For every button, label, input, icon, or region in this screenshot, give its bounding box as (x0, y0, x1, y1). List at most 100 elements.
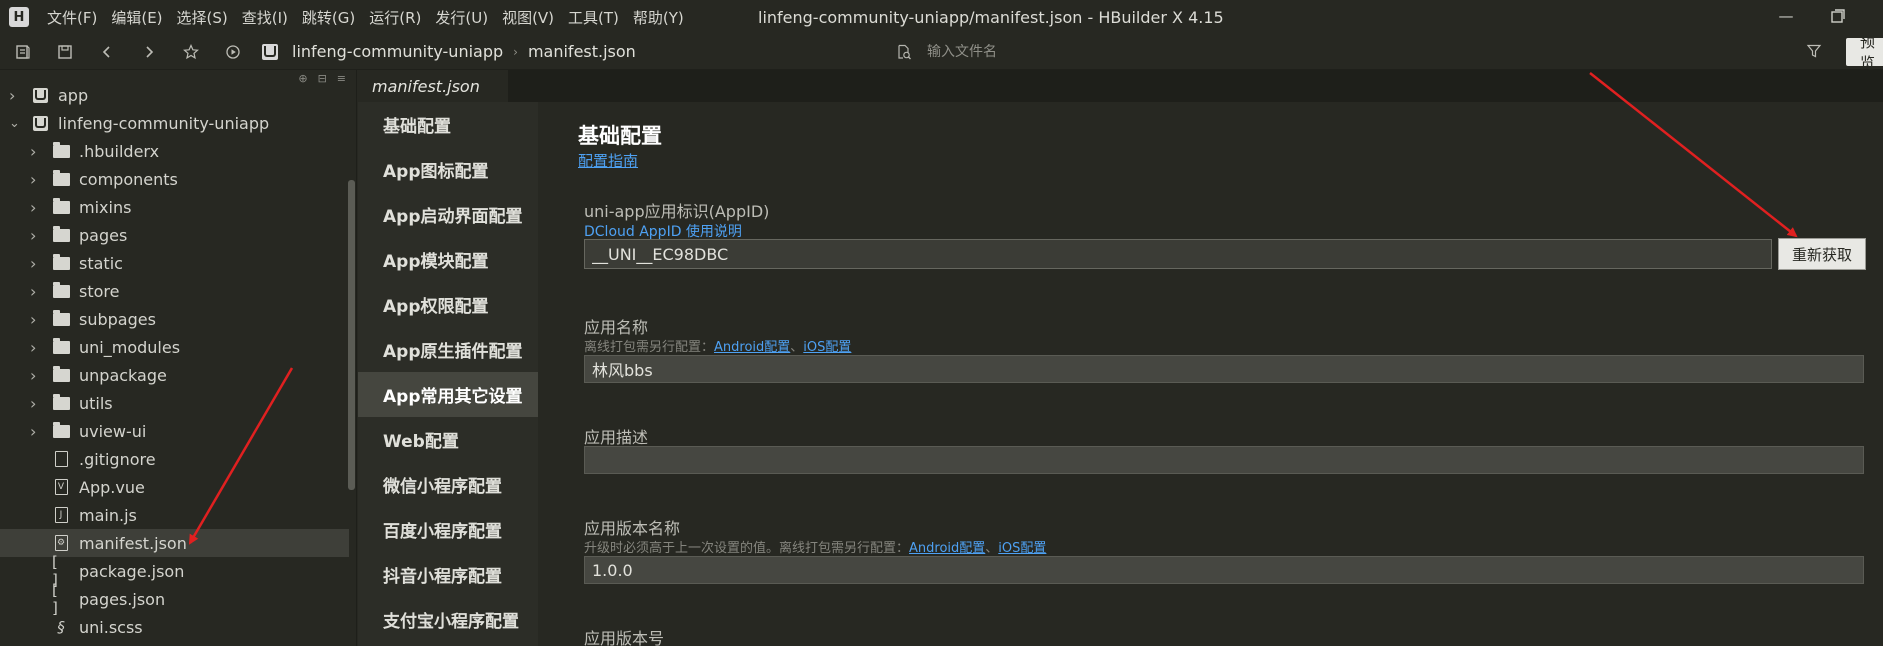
app-desc-input[interactable] (584, 446, 1864, 474)
tree-item-app-vue[interactable]: V App.vue (0, 473, 349, 501)
tree-item-label: unpackage (79, 365, 167, 385)
file-search-input[interactable] (927, 44, 1747, 60)
tree-item-linfeng-community-uniapp[interactable]: ⌄ linfeng-community-uniapp (0, 109, 349, 137)
tree-item-utils[interactable]: › utils (0, 389, 349, 417)
tree-item-uni-scss[interactable]: § uni.scss (0, 613, 349, 641)
settings-nav-item-11[interactable]: 支付宝小程序配置 (358, 597, 538, 642)
breadcrumb-project[interactable]: linfeng-community-uniapp (292, 42, 503, 61)
tree-item-unpackage[interactable]: › unpackage (0, 361, 349, 389)
breadcrumb-file[interactable]: manifest.json (528, 42, 636, 61)
tree-item-label: main.js (79, 505, 137, 525)
chevron-right-icon: › (30, 393, 37, 413)
vue-file-icon-glyph: V (54, 479, 68, 495)
config-guide-link[interactable]: 配置指南 (578, 150, 638, 171)
app-name-hint-text: 离线打包需另行配置： (584, 340, 715, 355)
scss-file-icon: § (52, 618, 70, 636)
folder-icon (52, 141, 70, 159)
tree-item-hbuilderx[interactable]: › .hbuilderx (0, 137, 349, 165)
android-config-link[interactable]: Android配置 (714, 340, 790, 355)
tree-item-pages[interactable]: › pages (0, 221, 349, 249)
settings-nav-item-1[interactable]: App图标配置 (358, 147, 538, 192)
settings-nav-item-6[interactable]: App常用其它设置 (358, 372, 538, 417)
save-icon[interactable] (54, 41, 76, 63)
settings-nav-item-5[interactable]: App原生插件配置 (358, 327, 538, 372)
settings-nav-item-0[interactable]: 基础配置 (358, 102, 538, 147)
settings-nav-item-4[interactable]: App权限配置 (358, 282, 538, 327)
preview-button[interactable]: 预览 (1846, 33, 1883, 72)
settings-nav-item-10[interactable]: 抖音小程序配置 (358, 552, 538, 597)
menu-item-1[interactable]: 编辑(E) (111, 7, 176, 28)
ios-config-link[interactable]: iOS配置 (998, 541, 1046, 556)
tree-item-store[interactable]: › store (0, 277, 349, 305)
folder-icon (52, 393, 70, 411)
settings-nav-item-9[interactable]: 百度小程序配置 (358, 507, 538, 552)
settings-nav-item-8[interactable]: 微信小程序配置 (358, 462, 538, 507)
tab-manifest-json[interactable]: manifest.json (358, 70, 508, 102)
tree-item-pages-json[interactable]: [ ] pages.json (0, 581, 349, 617)
folder-icon-glyph (52, 309, 70, 326)
tree-item-main-js[interactable]: Jmain.js (0, 501, 349, 529)
section-title: 基础配置 (578, 124, 662, 148)
menu-item-3[interactable]: 查找(I) (242, 7, 302, 28)
tree-item-gitignore[interactable]: .gitignore (0, 445, 349, 473)
ios-config-link[interactable]: iOS配置 (803, 340, 851, 355)
maximize-icon[interactable] (1827, 6, 1849, 26)
folder-icon-glyph (52, 365, 70, 382)
new-file-icon[interactable] (12, 41, 34, 63)
settings-nav-item-2[interactable]: App启动界面配置 (358, 192, 538, 237)
explorer-scrollbar[interactable] (348, 180, 355, 490)
version-name-label: 应用版本名称 (584, 519, 681, 538)
menu-item-6[interactable]: 发行(U) (435, 7, 502, 28)
manifest-settings-nav: 基础配置 App图标配置 App启动界面配置 App模块配置 App权限配置 App原生插… (358, 102, 538, 646)
star-icon[interactable] (180, 41, 202, 63)
tree-item-uni-modules[interactable]: › uni_modules (0, 333, 349, 361)
link-separator: 、 (985, 541, 999, 556)
link-separator: 、 (790, 340, 804, 355)
run-icon[interactable] (222, 41, 244, 63)
tree-item-app[interactable]: › app (0, 81, 349, 109)
menu-item-2[interactable]: 选择(S) (177, 7, 242, 28)
folder-icon-glyph (52, 421, 70, 438)
back-icon[interactable] (96, 41, 118, 63)
tree-item-static[interactable]: › static (0, 249, 349, 277)
folder-icon-glyph (52, 141, 70, 158)
chevron-right-icon: › (30, 365, 37, 385)
android-config-link[interactable]: Android配置 (909, 541, 985, 556)
breadcrumb-separator-icon: › (513, 44, 518, 59)
folder-icon (52, 225, 70, 243)
folder-icon (52, 365, 70, 383)
filter-icon[interactable] (1806, 43, 1822, 63)
manifest-file-icon-glyph: ⚙ (54, 535, 68, 551)
folder-icon (52, 169, 70, 187)
appid-doc-link[interactable]: DCloud AppID 使用说明 (584, 221, 742, 241)
json-file-icon: [ ] (52, 581, 70, 617)
minimize-icon[interactable]: — (1775, 6, 1797, 26)
tree-item-label: uview-ui (79, 421, 147, 441)
tree-item-label: components (79, 169, 178, 189)
appid-input[interactable] (584, 239, 1772, 269)
forward-icon[interactable] (138, 41, 160, 63)
menu-item-4[interactable]: 跳转(G) (302, 7, 369, 28)
app-name-input[interactable] (584, 355, 1864, 383)
refetch-appid-label: 重新获取 (1791, 245, 1852, 264)
file-search (895, 38, 1820, 66)
menu-item-5[interactable]: 运行(R) (369, 7, 435, 28)
json-file-icon: [ ] (52, 553, 70, 589)
preview-label: 预览 (1860, 33, 1876, 72)
menu-item-7[interactable]: 视图(V) (502, 7, 568, 28)
refetch-appid-button[interactable]: 重新获取 (1778, 238, 1866, 270)
menu-item-8[interactable]: 工具(T) (568, 7, 633, 28)
settings-nav-item-7[interactable]: Web配置 (358, 417, 538, 462)
tree-item-label: uni_modules (79, 337, 181, 357)
file-search-icon (895, 43, 913, 61)
tree-item-mixins[interactable]: › mixins (0, 193, 349, 221)
chevron-right-icon: › (30, 281, 37, 301)
settings-nav-item-3[interactable]: App模块配置 (358, 237, 538, 282)
tree-item-label: uni.scss (79, 617, 143, 637)
tree-item-components[interactable]: › components (0, 165, 349, 193)
menu-item-9[interactable]: 帮助(Y) (633, 7, 698, 28)
tree-item-uview-ui[interactable]: › uview-ui (0, 417, 349, 445)
version-name-input[interactable] (584, 556, 1864, 584)
menu-item-0[interactable]: 文件(F) (47, 7, 111, 28)
tree-item-subpages[interactable]: › subpages (0, 305, 349, 333)
